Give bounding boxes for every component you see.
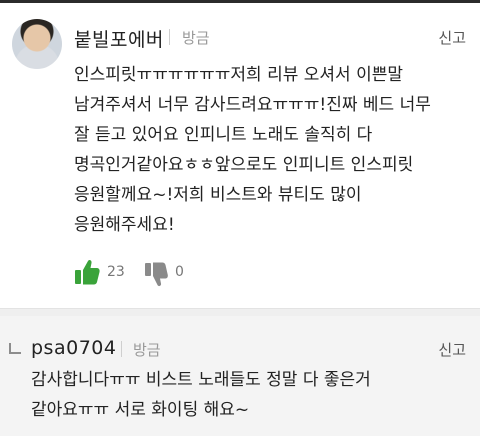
section-divider	[0, 308, 480, 316]
reply-username[interactable]: psa0704	[31, 337, 116, 359]
thumbs-up-icon[interactable]	[74, 258, 100, 286]
reply-text: 감사합니다ㅠㅠ 비스트 노래들도 정말 다 좋은거 같아요ㅠㅠ 서로 화이팅 해…	[31, 370, 371, 420]
avatar[interactable]	[12, 19, 62, 69]
reply: psa0704 방금 신고 감사합니다ㅠㅠ 비스트 노래들도 정말 다 좋은거 …	[0, 316, 480, 436]
comment-time: 방금	[182, 29, 210, 47]
like-count: 23	[107, 264, 125, 280]
comment: 붙빌포에버 방금 신고 인스피릿ㅠㅠㅠㅠㅠㅠ저희 리뷰 오셔서 이쁜말 남겨주셔…	[0, 3, 480, 308]
reply-report-button[interactable]: 신고	[438, 339, 466, 360]
comment-text: 인스피릿ㅠㅠㅠㅠㅠㅠ저희 리뷰 오셔서 이쁜말 남겨주셔서 너무 감사드려요ㅠㅠ…	[74, 65, 431, 235]
meta-divider	[169, 29, 170, 45]
meta-divider	[121, 341, 122, 357]
report-button[interactable]: 신고	[438, 27, 466, 48]
reply-arrow-icon	[9, 343, 21, 354]
comment-username[interactable]: 붙빌포에버	[74, 25, 164, 52]
dislike-count: 0	[175, 264, 184, 280]
reply-time: 방금	[133, 341, 161, 359]
thumbs-down-icon[interactable]	[144, 261, 168, 289]
